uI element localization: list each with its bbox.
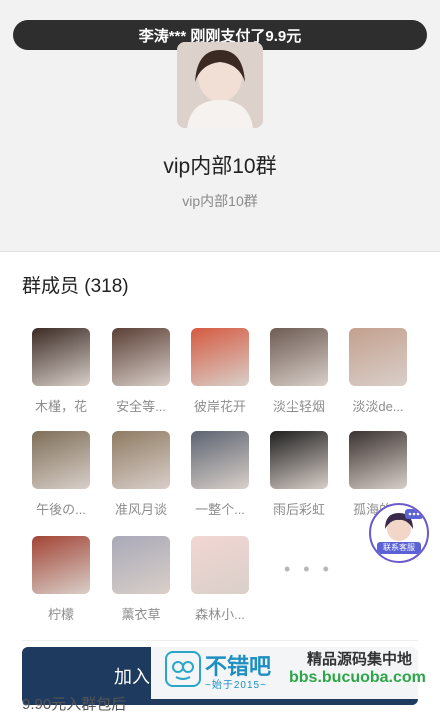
- member-avatar: [112, 431, 170, 489]
- member-item[interactable]: 午後の...: [21, 431, 101, 518]
- member-name: 雨后彩虹: [272, 502, 325, 517]
- group-avatar: [177, 42, 263, 128]
- price-note: 9.90元入群包后: [22, 696, 127, 713]
- members-title: 群成员 (318): [22, 276, 129, 297]
- member-avatar: [191, 536, 249, 594]
- member-item[interactable]: 一整个...: [180, 431, 260, 518]
- member-item[interactable]: 准风月谈: [101, 431, 181, 518]
- member-avatar: [32, 328, 90, 386]
- member-name: 柠檬: [47, 607, 74, 622]
- member-avatar: [191, 431, 249, 489]
- customer-service-label: 联系客服: [377, 542, 421, 554]
- member-item[interactable]: 薰衣草: [101, 536, 181, 623]
- member-item[interactable]: 淡尘轻烟: [259, 328, 339, 415]
- member-avatar: [112, 536, 170, 594]
- member-item[interactable]: 彼岸花开: [180, 328, 260, 415]
- member-avatar: [191, 328, 249, 386]
- group-header: 李涛*** 刚刚支付了9.9元 vip内部10群 vip内部10群: [0, 0, 440, 252]
- member-name: 淡淡de...: [352, 399, 404, 414]
- member-avatar: [349, 328, 407, 386]
- member-avatar: [349, 431, 407, 489]
- group-subtitle: vip内部10群: [182, 193, 258, 209]
- watermark-tagline: ~始于2015~: [205, 680, 267, 691]
- member-avatar: [270, 328, 328, 386]
- more-members[interactable]: • • •: [284, 559, 333, 580]
- member-item[interactable]: 安全等...: [101, 328, 181, 415]
- watermark-logo-icon: [165, 651, 201, 687]
- member-avatar: [270, 431, 328, 489]
- member-name: 彼岸花开: [193, 399, 246, 414]
- watermark: 不错吧 ~始于2015~ 精品源码集中地 bbs.bucuoba.com: [151, 641, 440, 699]
- watermark-title: 精品源码集中地: [307, 651, 413, 668]
- member-item[interactable]: 淡淡de...: [338, 328, 418, 415]
- member-name: 森林小...: [195, 607, 245, 622]
- member-item[interactable]: 雨后彩虹: [259, 431, 339, 518]
- member-name: 准风月谈: [114, 502, 167, 517]
- member-name: 木槿，花: [34, 399, 87, 414]
- watermark-url: bbs.bucuoba.com: [289, 669, 426, 686]
- member-item[interactable]: 木槿，花: [21, 328, 101, 415]
- member-name: 安全等...: [116, 399, 166, 414]
- member-avatar: [112, 328, 170, 386]
- customer-service-button[interactable]: 联系客服: [369, 503, 429, 563]
- watermark-logo-glyph-icon: [172, 661, 194, 680]
- join-button-label: 加入: [114, 667, 150, 687]
- member-item[interactable]: 柠檬: [21, 536, 101, 623]
- group-avatar-image: [177, 42, 263, 128]
- member-item[interactable]: 森林小...: [180, 536, 260, 623]
- group-name: vip内部10群: [163, 155, 277, 178]
- member-avatar: [32, 431, 90, 489]
- member-name: 午後の...: [36, 502, 86, 517]
- member-name: 薰衣草: [121, 607, 161, 622]
- member-name: 淡尘轻烟: [272, 399, 325, 414]
- member-name: 一整个...: [195, 502, 245, 517]
- member-avatar: [32, 536, 90, 594]
